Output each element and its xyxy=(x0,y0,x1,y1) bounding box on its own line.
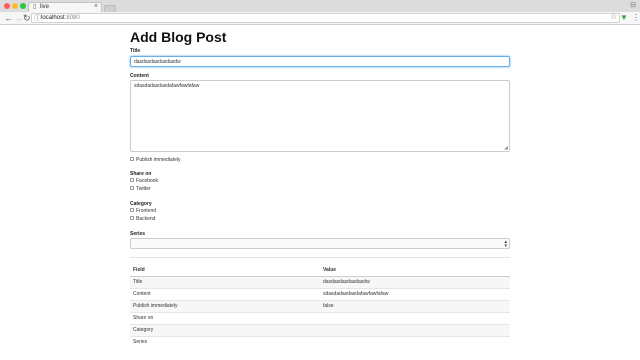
share-label: Share on xyxy=(130,171,152,177)
preview-table: Field Value Title dasdasdasdasdasdw Conte… xyxy=(130,264,510,348)
select-arrows-icon: ▴ ▾ xyxy=(504,239,507,249)
document-icon: ▯ xyxy=(33,4,37,10)
row-value xyxy=(320,311,510,324)
backend-label: Backend xyxy=(136,216,156,222)
extension-icon[interactable]: ▼ xyxy=(620,13,628,23)
resize-handle-icon[interactable]: ◢ xyxy=(504,146,508,151)
table-row: Category xyxy=(130,323,510,336)
header-value: Value xyxy=(320,264,510,277)
twitter-checkbox[interactable] xyxy=(130,186,134,191)
close-tab-icon[interactable]: × xyxy=(94,3,98,11)
share-facebook-row[interactable]: Facebook xyxy=(130,178,158,185)
content-textarea[interactable]: sdasdadasdasdafawfawfafaw ◢ xyxy=(130,80,510,152)
back-icon[interactable]: ← xyxy=(4,13,13,23)
content-text: sdasdadasdasdafawfawfafaw xyxy=(134,83,200,89)
close-window-button[interactable] xyxy=(4,3,10,9)
minimize-window-button[interactable] xyxy=(12,3,18,9)
category-label: Category xyxy=(130,201,152,207)
row-value xyxy=(320,323,510,336)
publish-checkbox[interactable] xyxy=(130,157,134,162)
reload-icon[interactable]: ↻ xyxy=(23,13,31,23)
divider xyxy=(130,257,510,258)
menu-icon[interactable]: ⋮ xyxy=(632,13,640,23)
facebook-checkbox[interactable] xyxy=(130,178,134,183)
tab-bar: ▯ live × ⊟ xyxy=(0,0,640,12)
row-field: Share on xyxy=(130,311,320,324)
content-label: Content xyxy=(130,73,149,79)
title-input[interactable]: dasdasdasdasdasdw xyxy=(130,56,510,67)
tab-title: live xyxy=(40,4,50,10)
row-value: false xyxy=(320,299,510,312)
page-title: Add Blog Post xyxy=(130,29,227,45)
row-field: Publish immediately xyxy=(130,299,320,312)
row-field: Title xyxy=(130,275,320,288)
maximize-window-button[interactable] xyxy=(20,3,26,9)
new-tab-button[interactable] xyxy=(104,5,116,12)
facebook-label: Facebook xyxy=(136,178,158,184)
table-header-row: Field Value xyxy=(130,264,510,277)
table-row: Series xyxy=(130,335,510,348)
user-profile-icon[interactable]: ⊟ xyxy=(630,2,636,10)
forward-icon[interactable]: → xyxy=(14,13,23,23)
address-bar[interactable]: ⓘ localhost:8080 xyxy=(31,13,620,23)
table-row: Share on xyxy=(130,311,510,324)
table-row: Title dasdasdasdasdasdw xyxy=(130,275,510,288)
row-field: Series xyxy=(130,335,320,348)
browser-toolbar: ← → ↻ ⓘ localhost:8080 ☆ ▼ ⋮ xyxy=(0,12,640,25)
category-frontend-row[interactable]: Frontend xyxy=(130,208,156,215)
publish-checkbox-row[interactable]: Publish immediately xyxy=(130,157,180,164)
twitter-label: Twitter xyxy=(136,186,151,192)
backend-checkbox[interactable] xyxy=(130,216,134,221)
row-value xyxy=(320,335,510,348)
star-icon[interactable]: ☆ xyxy=(610,12,617,22)
row-value: sdasdadasdasdafawfawfafaw xyxy=(320,287,510,300)
browser-tab[interactable]: ▯ live × xyxy=(28,2,102,12)
row-field: Content xyxy=(130,287,320,300)
series-select[interactable]: ▴ ▾ xyxy=(130,238,510,249)
info-icon[interactable]: ⓘ xyxy=(34,14,41,23)
header-field: Field xyxy=(130,264,320,277)
url-text[interactable]: localhost:8080 xyxy=(41,15,80,22)
frontend-label: Frontend xyxy=(136,208,157,214)
share-twitter-row[interactable]: Twitter xyxy=(130,186,151,193)
row-value: dasdasdasdasdasdw xyxy=(320,275,510,288)
table-row: Content sdasdadasdasdafawfawfafaw xyxy=(130,287,510,300)
row-field: Category xyxy=(130,323,320,336)
frontend-checkbox[interactable] xyxy=(130,208,134,213)
series-label: Series xyxy=(130,231,146,237)
publish-label: Publish immediately xyxy=(136,157,181,163)
table-row: Publish immediately false xyxy=(130,299,510,312)
title-label: Title xyxy=(130,48,141,54)
category-backend-row[interactable]: Backend xyxy=(130,216,155,223)
